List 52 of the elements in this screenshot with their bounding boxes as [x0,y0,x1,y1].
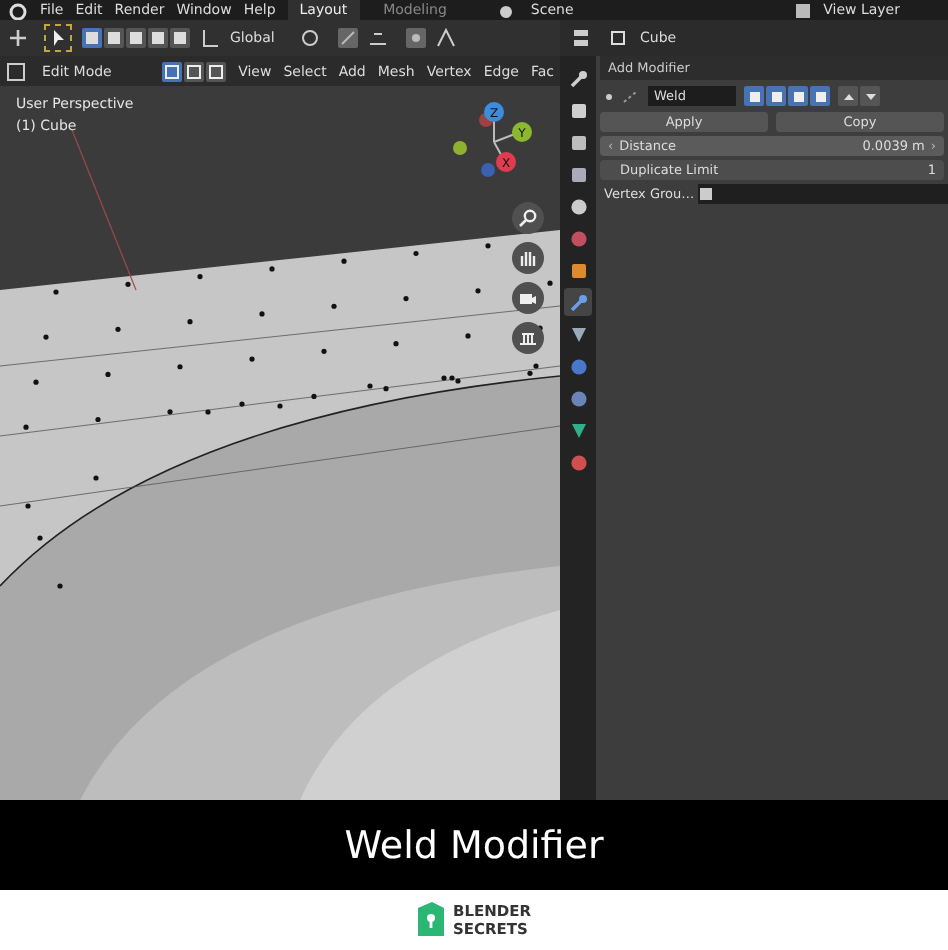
wrench-icon [569,69,587,87]
camera-icon [518,288,538,308]
proportional-button[interactable] [406,28,427,48]
square-icon [769,89,783,103]
square-icon [84,30,100,46]
select-mode-button[interactable] [162,61,183,81]
circle-icon [569,197,587,215]
layers-icon[interactable] [793,1,812,19]
circle-icon [569,389,587,407]
caption-title: Weld Modifier [344,823,604,867]
square-icon [608,28,628,48]
square-icon [569,101,587,119]
square-icon [208,63,225,79]
select-mode-button[interactable] [206,61,227,81]
square-icon [150,30,166,46]
blender-logo-icon[interactable] [8,1,28,19]
square-icon [172,30,188,46]
vertex-group-icon [698,186,715,202]
circle-icon [569,357,587,375]
triangle-icon [569,325,587,343]
square-icon [128,30,144,46]
square-icon [569,133,587,151]
snap-button[interactable] [338,28,359,48]
square-icon [106,30,122,46]
triangle-icon [569,421,587,439]
dot-icon [408,30,425,46]
select-mode-button[interactable] [184,61,205,81]
zoom-button[interactable] [512,202,544,234]
caret-up-icon [841,89,855,103]
square-icon [747,89,761,103]
square-icon [164,63,181,79]
square-icon [813,89,827,103]
select-tool-button[interactable] [44,24,72,52]
square-icon [791,89,805,103]
wrench-icon [569,293,587,311]
square-icon [569,261,587,279]
slash-icon [340,30,357,46]
move-down-button[interactable] [860,86,880,106]
axes-icon[interactable] [200,28,220,48]
circle-icon [569,229,587,247]
weld-icon [620,87,640,105]
cursor-icon [48,28,68,48]
square-icon [186,63,203,79]
caret-down-icon [863,89,877,103]
vertex-group-field[interactable] [698,184,948,204]
search-icon [518,208,538,228]
collapse-dot-icon[interactable] [606,93,612,99]
circle-icon [569,453,587,471]
square-icon [569,165,587,183]
move-up-button[interactable] [838,86,858,106]
lock-logo-icon [416,902,447,938]
editor-type-icon[interactable] [6,61,30,81]
